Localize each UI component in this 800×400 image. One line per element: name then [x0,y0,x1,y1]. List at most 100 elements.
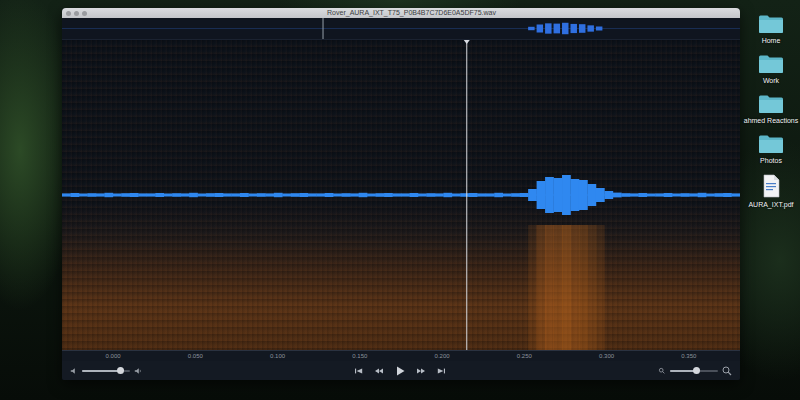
desktop-item[interactable]: AURA_IXT.pdf [748,174,793,209]
ruler-tick: 0.250 [517,352,532,361]
waveform-bar [215,193,224,197]
overview-bar [587,25,593,31]
waveform-bar [206,193,215,197]
waveform-bar [409,193,418,197]
playhead[interactable] [466,40,467,350]
waveform-bar [486,193,495,196]
speaker-icon [70,367,78,375]
waveform-bar [147,193,156,196]
waveform-bar [325,193,334,197]
ruler-tick: 0.000 [106,352,121,361]
overview-waveform [62,18,740,39]
zoom-knob[interactable] [693,367,700,374]
overview-bar [579,24,585,33]
ruler-tick: 0.100 [270,352,285,361]
desktop-item[interactable]: Home [758,14,784,45]
playhead-handle[interactable] [464,40,470,44]
waveform-bar [376,193,385,197]
desktop-item-label: Work [763,76,779,85]
desktop-item-label: Photos [760,156,782,165]
waveform-bar [130,193,139,197]
play-icon[interactable] [394,365,406,377]
rewind-icon[interactable] [374,367,384,375]
waveform-bar [698,193,707,197]
zoom-out-icon[interactable] [658,367,666,375]
waveform-bar [79,194,88,197]
waveform-bar [265,193,274,196]
desktop-item-label: AURA_IXT.pdf [748,200,793,209]
waveform-bar [189,193,198,197]
waveform-bar [359,193,368,197]
audio-editor-window: Rover_AURA_IXT_T75_P0B4B7C7D6E0A5DF75.wa… [62,8,740,380]
desktop-item-label: ahmed Reactions [744,116,798,125]
overview-bar [562,23,568,34]
skip-forward-icon[interactable] [436,367,446,375]
waveform-bar [401,193,410,196]
overview-bar [596,26,602,30]
overview-marker[interactable] [323,18,324,39]
waveform-bar [316,193,325,196]
waveform-bar [723,193,732,197]
waveform-bar [232,193,241,196]
volume-knob[interactable] [117,367,124,374]
folder-icon [758,54,784,74]
waveform-bar [638,193,647,197]
spectrogram-column [528,225,537,350]
spectrogram-column [537,225,546,350]
document-icon [762,174,780,198]
transport-controls [354,365,446,377]
waveform-bar [240,193,249,197]
waveform-bar [503,194,512,197]
waveform-bar [689,193,698,196]
minimize-button[interactable] [74,11,79,16]
waveform-bar [494,193,503,197]
close-button[interactable] [66,11,71,16]
waveform-bar [384,193,393,197]
desktop-item[interactable]: ahmed Reactions [744,94,798,125]
waveform-bar [393,193,402,196]
overview-strip[interactable] [62,18,740,40]
zoom-button[interactable] [82,11,87,16]
ruler-tick: 0.150 [352,352,367,361]
waveform-bar [477,193,486,196]
desktop-icons: Home Work ahmed Reactions Photos AURA_IXT.pd… [742,8,800,209]
waveform-bar [545,177,554,213]
waveform-bar [706,194,715,197]
spectrogram-column [554,225,563,350]
waveform-bar [528,189,537,201]
spectrogram-column [596,225,605,350]
skip-back-icon[interactable] [354,367,364,375]
overview-bar [571,24,577,33]
waveform-bar [664,193,673,197]
waveform-bar [579,180,588,210]
zoom-control [658,366,732,376]
waveform-bar [257,193,266,197]
zoom-slider[interactable] [670,370,718,372]
waveform-bar [282,194,291,197]
waveform-bar [596,188,605,202]
spectrogram-column [571,225,580,350]
time-ruler: 0.0000.0500.1000.1500.2000.2500.3000.350 [62,350,740,361]
waveform-chart [62,40,740,350]
spectrogram-view[interactable] [62,40,740,350]
waveform-bar [181,193,190,196]
waveform-bar [223,193,232,196]
waveform-bar [621,193,630,197]
zoom-in-icon[interactable] [722,366,732,376]
ruler-tick: 0.350 [681,352,696,361]
overview-bar [545,23,551,33]
waveform-bar [113,194,122,197]
folder-icon [758,94,784,114]
waveform-bar [587,184,596,206]
waveform-bar [155,193,164,197]
waveform-bar [104,193,113,197]
desktop-item[interactable]: Work [758,54,784,85]
spectrogram-column [545,225,554,350]
volume-slider[interactable] [82,370,130,372]
fast-forward-icon[interactable] [416,367,426,375]
waveform-bar [70,193,79,197]
waveform-bar [630,193,639,196]
waveform-bar [452,194,461,197]
ruler-tick: 0.200 [435,352,450,361]
desktop-item[interactable]: Photos [758,134,784,165]
